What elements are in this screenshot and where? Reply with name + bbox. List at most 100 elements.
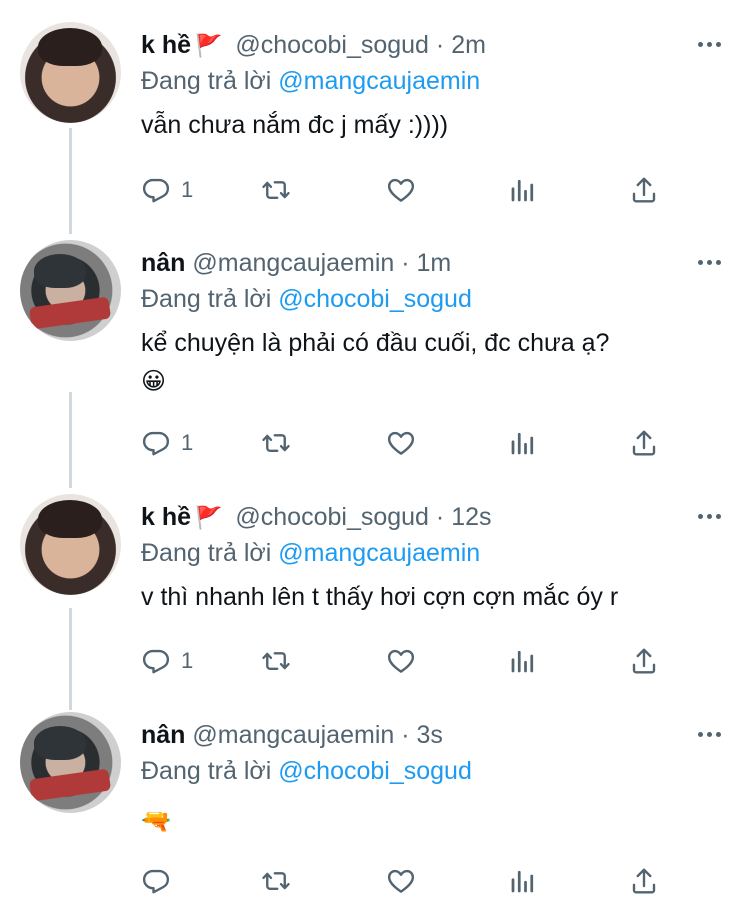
tweet-header: k hề 🚩 @chocobi_sogud · 2m <box>141 30 486 61</box>
reply-mention-link[interactable]: @chocobi_sogud <box>278 285 472 313</box>
analytics-button[interactable] <box>508 646 538 676</box>
analytics-icon <box>511 432 534 455</box>
tweet-text: kể chuyện là phải có đầu cuối, đc chưa ạ… <box>141 321 609 399</box>
like-button[interactable] <box>386 866 416 896</box>
user-handle[interactable]: @mangcaujaemin <box>192 721 394 749</box>
analytics-icon <box>511 870 534 893</box>
like-icon <box>387 431 415 455</box>
avatar[interactable] <box>20 494 121 595</box>
tweet-header: nân @mangcaujaemin · 3s <box>141 720 443 750</box>
separator-dot: · <box>401 249 410 277</box>
replying-to: Đang trả lời @chocobi_sogud <box>141 284 472 314</box>
retweet-icon <box>262 434 290 452</box>
retweet-button[interactable] <box>261 866 291 896</box>
replying-to-label: Đang trả lời <box>141 539 272 567</box>
reply-button[interactable]: 1 <box>141 428 193 458</box>
thread-line <box>69 128 72 234</box>
retweet-icon <box>262 872 290 890</box>
flag-emoji: 🚩 <box>195 505 223 530</box>
separator-dot: · <box>435 503 445 531</box>
retweet-button[interactable] <box>261 175 291 205</box>
like-icon <box>387 649 415 673</box>
retweet-icon <box>262 181 290 199</box>
share-button[interactable] <box>629 428 659 458</box>
reply-count: 1 <box>181 177 194 202</box>
tweet-header: nân @mangcaujaemin · 1m <box>141 248 451 278</box>
share-icon <box>632 177 656 203</box>
like-button[interactable] <box>386 175 416 205</box>
reply-button[interactable] <box>141 866 181 896</box>
tweet-emoji: 😀 <box>141 368 167 395</box>
more-icon[interactable] <box>698 42 721 47</box>
tweet-text-content: vẫn chưa nắm đc j mấy :)))) <box>141 111 449 139</box>
tweet-text: vẫn chưa nắm đc j mấy :)))) <box>141 103 448 147</box>
replying-to-label: Đang trả lời <box>141 67 272 95</box>
analytics-button[interactable] <box>508 428 538 458</box>
retweet-button[interactable] <box>261 646 291 676</box>
analytics-icon <box>511 179 534 202</box>
separator-dot: · <box>435 31 445 59</box>
tweet-text: v thì nhanh lên t thấy hơi cợn cợn mắc ó… <box>141 575 618 619</box>
like-icon <box>387 869 415 893</box>
display-name[interactable]: k hề <box>141 31 191 59</box>
reply-icon <box>142 869 170 894</box>
timestamp[interactable]: 3s <box>417 721 443 749</box>
replying-to: Đang trả lời @mangcaujaemin <box>141 66 480 96</box>
display-name[interactable]: nân <box>141 721 185 749</box>
more-icon[interactable] <box>698 260 721 265</box>
tweet-text-content: kể chuyện là phải có đầu cuối, đc chưa ạ… <box>141 329 610 357</box>
user-handle[interactable]: @mangcaujaemin <box>192 249 394 277</box>
display-name[interactable]: nân <box>141 249 185 277</box>
user-handle[interactable]: @chocobi_sogud <box>235 31 429 59</box>
reply-mention-link[interactable]: @chocobi_sogud <box>278 757 472 785</box>
tweet-actions: 1 <box>141 428 681 460</box>
tweet-actions: 1 <box>141 646 681 678</box>
retweet-icon <box>262 652 290 670</box>
share-icon <box>632 430 656 456</box>
like-button[interactable] <box>386 428 416 458</box>
reply-count: 1 <box>181 430 194 455</box>
share-button[interactable] <box>629 646 659 676</box>
share-button[interactable] <box>629 866 659 896</box>
avatar[interactable] <box>20 240 121 341</box>
analytics-button[interactable] <box>508 175 538 205</box>
like-button[interactable] <box>386 646 416 676</box>
thread-line <box>69 608 72 710</box>
user-handle[interactable]: @chocobi_sogud <box>235 503 429 531</box>
replying-to-label: Đang trả lời <box>141 757 272 785</box>
timestamp[interactable]: 1m <box>417 249 452 277</box>
retweet-button[interactable] <box>261 428 291 458</box>
reply-button[interactable]: 1 <box>141 175 193 205</box>
thread-line <box>69 392 72 488</box>
tweet-text-content: v thì nhanh lên t thấy hơi cợn cợn mắc ó… <box>141 583 619 611</box>
avatar[interactable] <box>20 712 121 813</box>
share-icon <box>632 868 656 894</box>
tweet-header: k hề 🚩 @chocobi_sogud · 12s <box>141 502 492 533</box>
like-icon <box>387 178 415 202</box>
share-button[interactable] <box>629 175 659 205</box>
reply-icon <box>142 178 170 203</box>
timestamp[interactable]: 2m <box>451 31 486 59</box>
more-icon[interactable] <box>698 514 721 519</box>
share-icon <box>632 648 656 674</box>
reply-button[interactable]: 1 <box>141 646 193 676</box>
replying-to-label: Đang trả lời <box>141 285 272 313</box>
reply-mention-link[interactable]: @mangcaujaemin <box>278 67 480 95</box>
tweet-actions <box>141 866 681 898</box>
separator-dot: · <box>401 721 410 749</box>
display-name[interactable]: k hề <box>141 503 191 531</box>
tweet-actions: 1 <box>141 175 681 207</box>
tweet-text: 🔫 <box>141 805 171 839</box>
tweet-emoji: 🔫 <box>141 808 171 835</box>
timestamp[interactable]: 12s <box>451 503 491 531</box>
avatar[interactable] <box>20 22 121 123</box>
analytics-button[interactable] <box>508 866 538 896</box>
reply-mention-link[interactable]: @mangcaujaemin <box>278 539 480 567</box>
reply-icon <box>142 649 170 674</box>
analytics-icon <box>511 650 534 673</box>
replying-to: Đang trả lời @mangcaujaemin <box>141 538 480 568</box>
more-icon[interactable] <box>698 732 721 737</box>
flag-emoji: 🚩 <box>195 33 223 58</box>
reply-count: 1 <box>181 648 194 673</box>
reply-icon <box>142 431 170 456</box>
